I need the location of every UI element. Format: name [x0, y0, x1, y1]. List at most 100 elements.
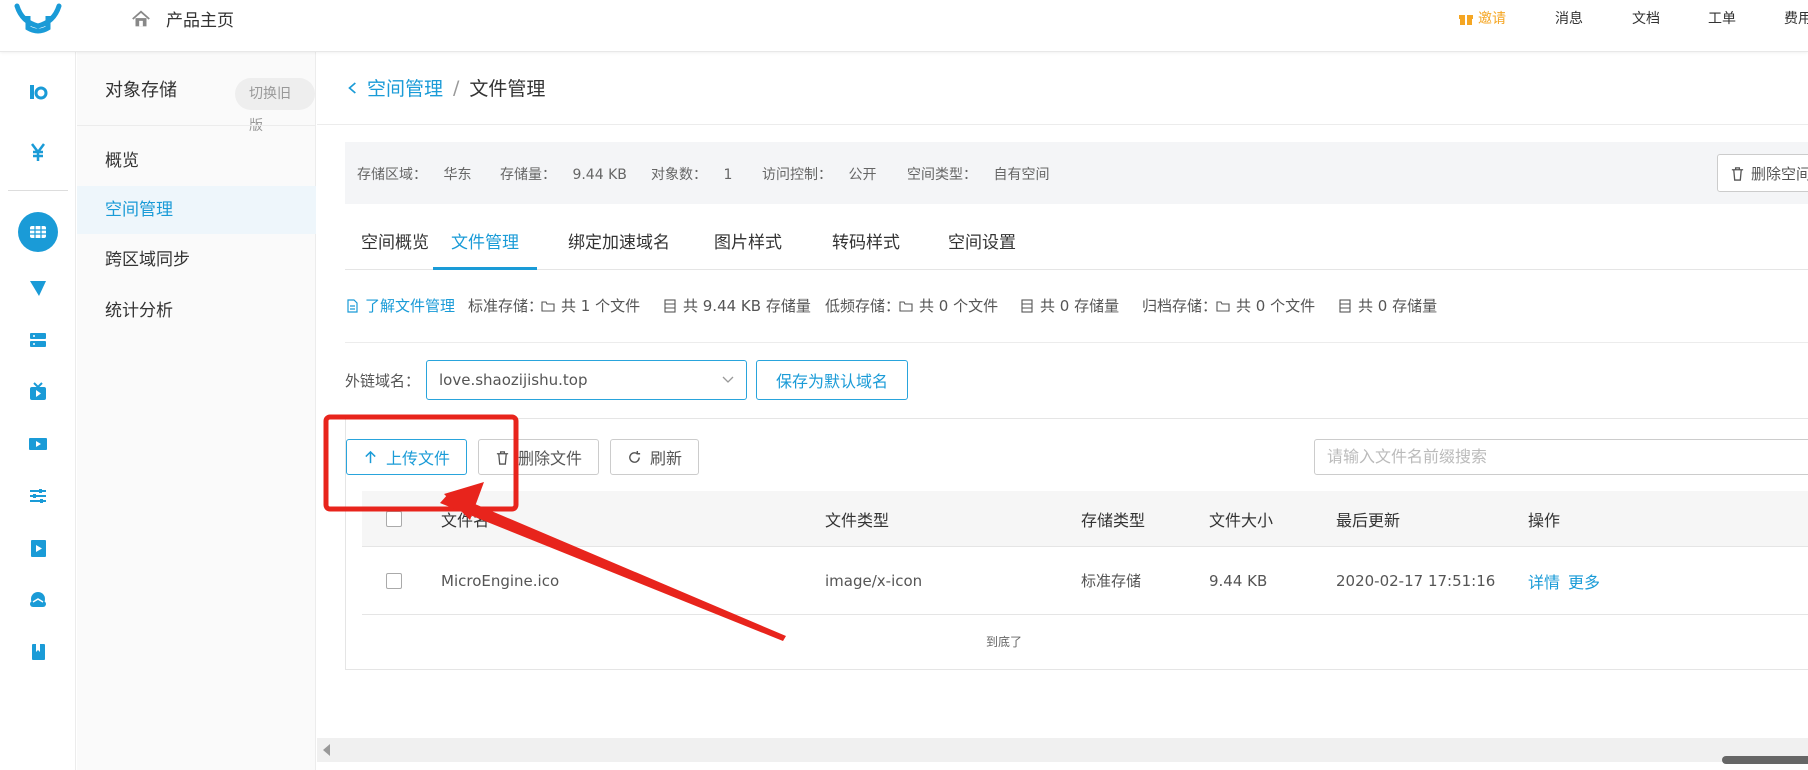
rail-icon-cdn[interactable] [20, 270, 56, 306]
info-storage-label: 存储量： [500, 167, 556, 183]
rail-icon-cloud[interactable] [20, 582, 56, 618]
side-menu-item-space-management[interactable]: 空间管理 [77, 186, 316, 234]
side-menu-divider [77, 125, 316, 126]
folder-icon [541, 300, 555, 312]
info-access-label: 访问控制： [762, 167, 832, 183]
scroll-thumb[interactable] [1722, 756, 1808, 764]
info-storage-value: 9.44 KB [572, 167, 627, 183]
rail-divider [8, 190, 68, 191]
rail-icon-video[interactable] [20, 426, 56, 462]
archive-storage-label: 归档存储： [1142, 297, 1218, 315]
rail-icon-settings[interactable] [20, 478, 56, 514]
storage-grid-icon [30, 226, 46, 238]
row-checkbox[interactable] [386, 572, 402, 589]
switch-old-version-button[interactable]: 切换旧版 [235, 78, 315, 134]
learn-file-management-label: 了解文件管理 [365, 297, 456, 315]
docs-link[interactable]: 文档 [1632, 8, 1660, 28]
refresh-button[interactable]: 刷新 [610, 439, 700, 475]
chevron-down-icon [722, 376, 734, 383]
info-space-type: 空间类型： 自有空间 [907, 164, 1049, 184]
horizontal-scrollbar[interactable] [317, 738, 1808, 764]
infrequent-storage-label: 低频存储： [825, 297, 901, 315]
delete-file-button[interactable]: 删除文件 [478, 439, 600, 475]
folder-icon [899, 300, 913, 312]
infrequent-size-text: 共 0 存储量 [1040, 297, 1120, 315]
invite-link[interactable]: 邀请 [1458, 8, 1506, 28]
standard-storage-label: 标准存储： [468, 297, 544, 315]
storage-stats: 了解文件管理 标准存储： 共 1 个文件 共 9.44 KB 存储量 低频存储：… [345, 295, 1805, 317]
external-domain-row: 外链域名： love.shaozijishu.top 保存为默认域名 [345, 360, 909, 400]
trash-icon [496, 450, 509, 465]
table-row: MicroEngine.ico image/x-icon 标准存储 9.44 K… [362, 547, 1808, 615]
learn-file-management-link[interactable]: 了解文件管理 [345, 295, 455, 316]
rail-icon-live[interactable] [20, 374, 56, 410]
refresh-label: 刷新 [650, 449, 683, 468]
info-region-label: 存储区域： [357, 167, 427, 183]
side-menu-item-statistics[interactable]: 统计分析 [77, 287, 316, 335]
header-operations: 操作 [1528, 510, 1561, 530]
trash-icon [1731, 166, 1744, 181]
tv-icon [30, 382, 46, 400]
header-storage-type: 存储类型 [1081, 510, 1146, 530]
header-last-updated[interactable]: 最后更新 [1336, 491, 1400, 546]
file-search-input[interactable]: 请输入文件名前缀搜索 [1314, 439, 1808, 475]
more-link[interactable]: 更多 [1568, 569, 1600, 593]
external-domain-select[interactable]: love.shaozijishu.top [426, 360, 748, 400]
delete-file-label: 删除文件 [518, 449, 583, 468]
tab-space-settings[interactable]: 空间设置 [930, 222, 1034, 270]
rail-icon-billing[interactable] [20, 134, 56, 170]
operations-cell: 详情 更多 [1528, 547, 1608, 614]
info-storage: 存储量： 9.44 KB [500, 164, 627, 184]
chevron-left-icon[interactable] [347, 81, 357, 95]
tab-file-management[interactable]: 文件管理 [433, 222, 537, 270]
sliders-icon [30, 489, 46, 503]
side-menu-item-cross-region-sync[interactable]: 跨区域同步 [77, 236, 316, 284]
delete-space-button[interactable]: 删除空间 [1716, 154, 1808, 192]
tab-bind-domain[interactable]: 绑定加速域名 [550, 222, 688, 270]
upload-file-button[interactable]: 上传文件 [346, 439, 468, 475]
info-region-value: 华东 [443, 167, 472, 183]
main-content: 空间管理 / 文件管理 存储区域： 华东 存储量： 9.44 KB 对象数： 1… [317, 52, 1808, 770]
last-updated-cell: 2020-02-17 17:51:16 [1336, 571, 1496, 590]
info-space-type-label: 空间类型： [907, 167, 977, 183]
detail-link[interactable]: 详情 [1528, 569, 1560, 593]
file-list-panel: 上传文件 删除文件 刷新 请输入文件名前缀搜索 文件名 文件类型 存储类型 文件… [345, 418, 1808, 670]
archive-files: 共 0 个文件 [1216, 295, 1315, 316]
infrequent-files: 共 0 个文件 [899, 295, 998, 316]
rail-icon-bookmark[interactable] [20, 634, 56, 670]
product-r-icon [30, 85, 48, 100]
play-box-icon [31, 540, 46, 557]
tickets-link[interactable]: 工单 [1708, 8, 1736, 28]
tab-image-styles[interactable]: 图片样式 [696, 222, 800, 270]
database-icon [1021, 298, 1033, 313]
tab-space-overview[interactable]: 空间概览 [343, 222, 447, 270]
breadcrumb-space-management[interactable]: 空间管理 [367, 74, 443, 101]
header-file-size[interactable]: 文件大小 [1209, 491, 1273, 546]
side-menu: 对象存储 切换旧版 概览 空间管理 跨区域同步 统计分析 [77, 52, 316, 770]
tab-transcode-styles[interactable]: 转码样式 [814, 222, 918, 270]
scroll-left-icon[interactable] [323, 744, 330, 756]
save-default-domain-button[interactable]: 保存为默认域名 [756, 360, 909, 400]
billing-link[interactable]: 费用 [1784, 8, 1808, 28]
info-region: 存储区域： 华东 [357, 164, 471, 184]
header-file-name[interactable]: 文件名 [441, 491, 489, 546]
info-objects-value: 1 [723, 167, 733, 183]
standard-files: 共 1 个文件 [541, 295, 640, 316]
file-name-cell: MicroEngine.ico [441, 571, 560, 590]
rail-icon-server[interactable] [20, 322, 56, 358]
arrow-up-icon [365, 450, 376, 463]
side-menu-item-overview[interactable]: 概览 [77, 137, 316, 185]
rail-icon-storage[interactable] [18, 212, 58, 252]
file-table-header: 文件名 文件类型 存储类型 文件大小 最后更新 操作 [362, 491, 1808, 547]
rail-icon-1[interactable] [20, 74, 56, 110]
rail-icon-media[interactable] [20, 530, 56, 566]
space-info-bar: 存储区域： 华东 存储量： 9.44 KB 对象数： 1 访问控制： 公开 空间… [345, 142, 1808, 204]
info-objects: 对象数： 1 [651, 164, 732, 184]
info-access-value: 公开 [848, 167, 877, 183]
select-all-checkbox[interactable] [386, 510, 402, 527]
funnel-icon [30, 281, 46, 296]
upload-file-label: 上传文件 [386, 449, 451, 468]
storage-type-cell: 标准存储 [1081, 572, 1142, 590]
messages-link[interactable]: 消息 [1555, 8, 1583, 28]
external-domain-value: love.shaozijishu.top [439, 371, 588, 389]
